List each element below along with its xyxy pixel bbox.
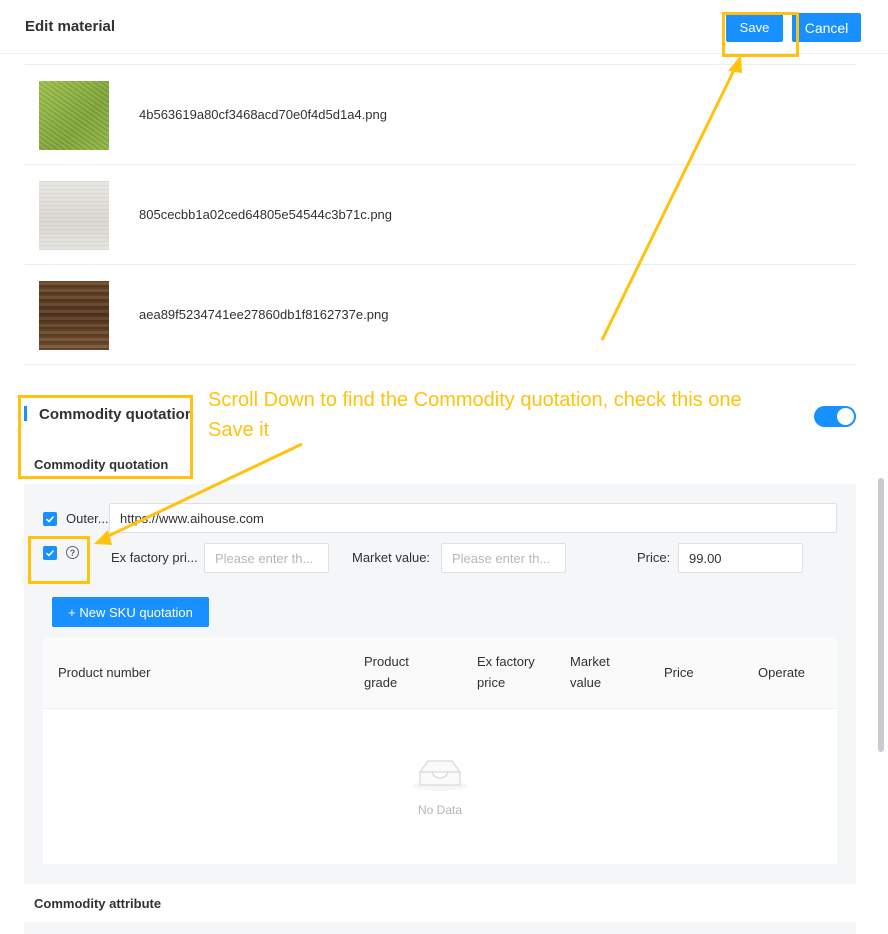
toggle-knob xyxy=(837,408,854,425)
material-row: 805cecbb1a02ced64805e54544c3b71c.png xyxy=(25,165,856,265)
attribute-panel xyxy=(24,922,856,934)
sku-table: Product number Product grade Ex factory pr… xyxy=(43,637,837,864)
section-highlight-box xyxy=(18,395,193,479)
column-header: Ex factory price xyxy=(477,654,535,690)
outer-link-checkbox[interactable] xyxy=(43,512,57,526)
market-value-label: Market value: xyxy=(352,550,431,565)
market-value-input[interactable]: Please enter th... xyxy=(441,543,566,573)
material-filename: 805cecbb1a02ced64805e54544c3b71c.png xyxy=(139,207,393,222)
ex-factory-input[interactable]: Please enter th... xyxy=(204,543,329,573)
material-filename: 4b563619a80cf3468acd70e0f4d5d1a4.png xyxy=(139,107,387,122)
cancel-button[interactable]: Cancel xyxy=(792,13,861,42)
commodity-attribute-title: Commodity attribute xyxy=(34,896,162,911)
outer-link-input[interactable]: https://www.aihouse.com xyxy=(109,503,837,533)
dialog-title: Edit material xyxy=(25,18,116,35)
outer-link-value: https://www.aihouse.com xyxy=(120,510,264,526)
ex-factory-placeholder: Please enter th... xyxy=(215,550,314,566)
outer-link-label: Outer... xyxy=(66,511,109,526)
material-filename: aea89f5234741ee27860db1f8162737e.png xyxy=(139,307,389,322)
checkbox-highlight-box xyxy=(28,536,90,584)
column-header: Product grade xyxy=(364,654,409,690)
scrollbar[interactable] xyxy=(878,478,884,752)
check-icon xyxy=(45,515,55,523)
price-value: 99.00 xyxy=(689,550,722,566)
market-value-placeholder: Please enter th... xyxy=(452,550,551,566)
annotation-text: Scroll Down to find the Commodity quotat… xyxy=(208,389,742,411)
table-header: Product number Product grade Ex factory pr… xyxy=(43,637,837,709)
column-header: Operate xyxy=(758,665,805,680)
column-header: Market value xyxy=(570,654,610,690)
material-thumbnail[interactable] xyxy=(39,181,109,250)
empty-text: No Data xyxy=(417,803,463,817)
material-row: 4b563619a80cf3468acd70e0f4d5d1a4.png xyxy=(25,65,856,165)
save-highlight-box xyxy=(722,12,799,57)
material-thumbnail[interactable] xyxy=(39,281,109,350)
quotation-toggle[interactable] xyxy=(814,406,856,427)
column-header: Price xyxy=(664,665,694,680)
empty-box-icon xyxy=(413,760,467,791)
annotation-text: Save it xyxy=(208,419,270,441)
ex-factory-label: Ex factory pri... xyxy=(111,550,198,565)
column-header: Product number xyxy=(58,665,151,680)
price-input[interactable]: 99.00 xyxy=(678,543,803,573)
new-sku-quotation-button[interactable]: + New SKU quotation xyxy=(52,597,209,627)
material-thumbnail[interactable] xyxy=(39,81,109,150)
price-label: Price: xyxy=(637,550,671,565)
material-row: aea89f5234741ee27860db1f8162737e.png xyxy=(25,265,856,365)
